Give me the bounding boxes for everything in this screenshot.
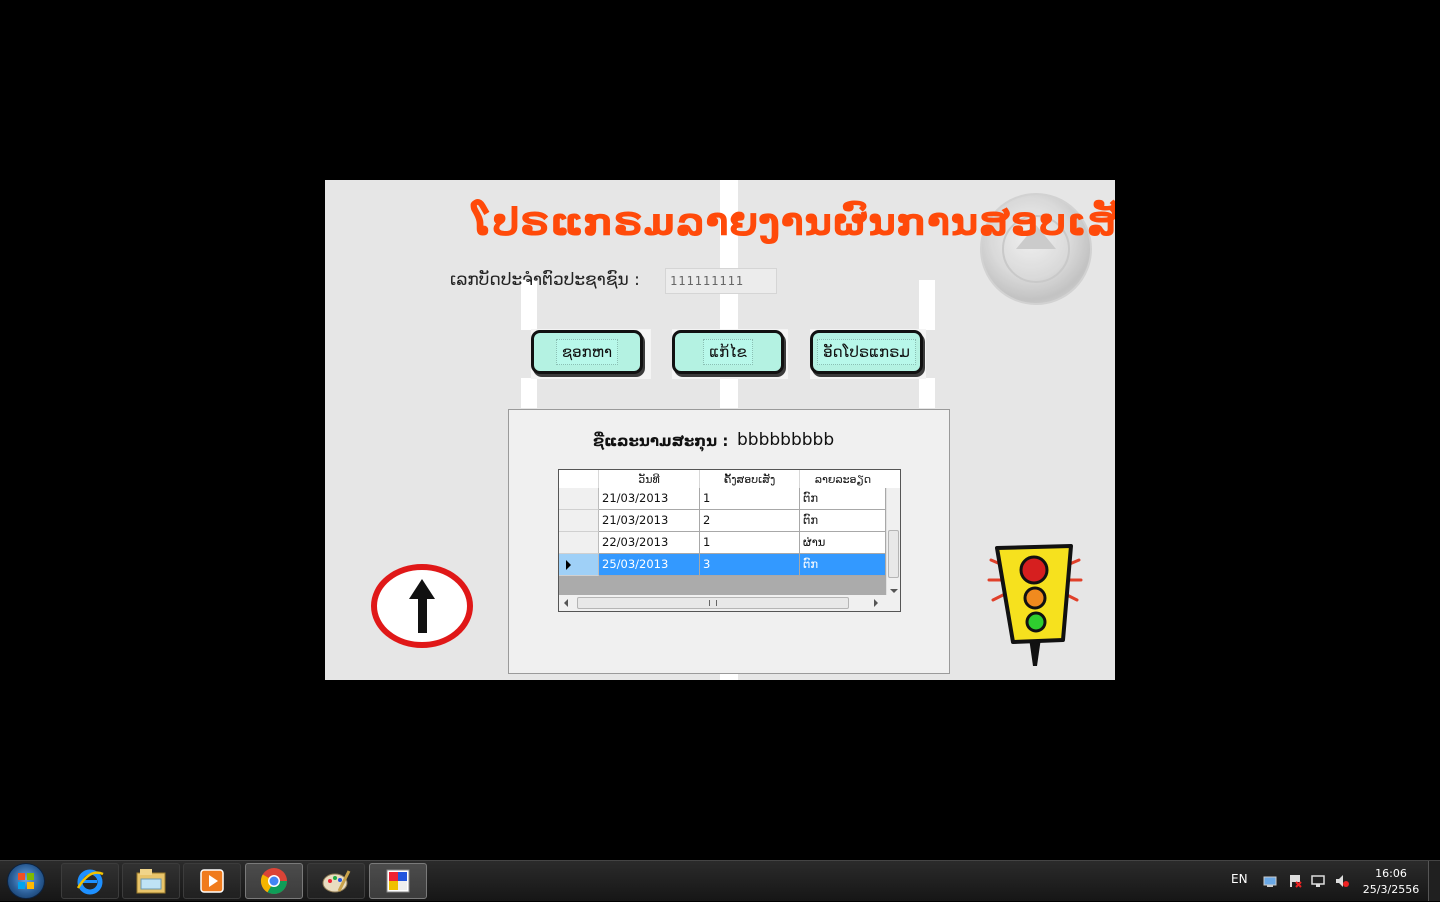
column-header-date[interactable]: ວັນທີ bbox=[599, 470, 700, 488]
close-button-frame: ອັດໂປຣແກຣມ bbox=[810, 329, 926, 379]
taskbar-internet-explorer[interactable] bbox=[61, 863, 119, 899]
road-line-right-lower bbox=[919, 378, 935, 408]
internet-explorer-icon bbox=[76, 869, 104, 895]
column-header-attempt[interactable]: ຄັ້ງສອບເສັງ bbox=[700, 470, 800, 488]
scroll-right-arrow-icon[interactable] bbox=[874, 599, 878, 607]
taskbar-chrome[interactable] bbox=[245, 863, 303, 899]
close-program-button[interactable]: ອັດໂປຣແກຣມ bbox=[810, 330, 923, 374]
grid-empty-area bbox=[559, 576, 886, 595]
cell-attempt[interactable]: 3 bbox=[700, 554, 800, 576]
start-button[interactable] bbox=[7, 863, 45, 899]
clock-time: 16:06 bbox=[1375, 867, 1407, 880]
table-row-selected[interactable]: 25/03/2013 3 ຕົກ bbox=[559, 554, 886, 576]
id-card-input[interactable] bbox=[665, 268, 777, 294]
taskbar-paint[interactable] bbox=[307, 863, 365, 899]
traffic-light-icon bbox=[987, 544, 1083, 666]
full-name-label: ຊື່ແລະນາມສະກຸນ : bbox=[593, 432, 729, 450]
edit-button-label: ແກ້ໄຂ bbox=[703, 339, 753, 365]
taskbar-windows-explorer[interactable] bbox=[122, 863, 180, 899]
scroll-left-arrow-icon[interactable] bbox=[564, 599, 568, 607]
horizontal-scroll-thumb[interactable] bbox=[577, 597, 849, 609]
language-indicator[interactable]: EN bbox=[1231, 872, 1248, 886]
exam-results-grid[interactable]: ວັນທີ ຄັ້ງສອບເສັງ ລາຍລະອຽດ 21/03/2013 1 … bbox=[558, 469, 901, 612]
clock-date: 25/3/2556 bbox=[1362, 883, 1420, 896]
cell-attempt[interactable]: 1 bbox=[700, 488, 800, 510]
cell-date[interactable]: 21/03/2013 bbox=[599, 488, 700, 510]
cell-detail[interactable]: ຕົກ bbox=[800, 554, 886, 576]
taskbar: EN 16:06 25/3/2556 bbox=[0, 860, 1440, 901]
scroll-down-arrow-icon[interactable] bbox=[890, 589, 898, 593]
vertical-scroll-thumb[interactable] bbox=[888, 530, 899, 578]
system-clock[interactable]: 16:06 25/3/2556 bbox=[1360, 866, 1422, 898]
search-button[interactable]: ຊອກຫາ bbox=[531, 330, 643, 374]
row-header[interactable] bbox=[559, 510, 599, 532]
table-row[interactable]: 21/03/2013 1 ຕົກ bbox=[559, 488, 886, 510]
windows-logo-icon bbox=[18, 873, 34, 889]
tray-volume-muted-icon[interactable] bbox=[1335, 874, 1349, 888]
cell-date[interactable]: 21/03/2013 bbox=[599, 510, 700, 532]
grid-header: ວັນທີ ຄັ້ງສອບເສັງ ລາຍລະອຽດ bbox=[559, 470, 886, 489]
taskbar-media-player[interactable] bbox=[183, 863, 241, 899]
current-row-arrow-icon bbox=[566, 560, 571, 570]
cell-detail[interactable]: ຕົກ bbox=[800, 510, 886, 532]
cell-detail[interactable]: ຕົກ bbox=[800, 488, 886, 510]
taskbar-app-form[interactable] bbox=[369, 863, 427, 899]
page-title: ໂປຣແກຣມລາຍງານຜົນການສອບເສັງພາກ bbox=[472, 200, 1115, 244]
result-panel: ຊື່ແລະນາມສະກຸນ : bbbbbbbbb ວັນທີ ຄັ້ງສອບ… bbox=[508, 409, 950, 674]
horizontal-scrollbar[interactable] bbox=[559, 595, 886, 611]
search-button-frame: ຊອກຫາ bbox=[531, 329, 651, 379]
row-header[interactable] bbox=[559, 488, 599, 510]
vertical-scrollbar[interactable] bbox=[886, 488, 900, 595]
windows-explorer-icon bbox=[136, 869, 166, 894]
edit-button[interactable]: ແກ້ໄຂ bbox=[672, 330, 784, 374]
media-player-icon bbox=[200, 869, 224, 893]
column-header-detail[interactable]: ລາຍລະອຽດ bbox=[800, 470, 886, 488]
cell-attempt[interactable]: 2 bbox=[700, 510, 800, 532]
cell-attempt[interactable]: 1 bbox=[700, 532, 800, 554]
tray-display-icon[interactable] bbox=[1311, 874, 1325, 888]
table-row[interactable]: 21/03/2013 2 ຕົກ bbox=[559, 510, 886, 532]
full-name-value: bbbbbbbbb bbox=[737, 430, 835, 450]
search-button-label: ຊອກຫາ bbox=[555, 339, 619, 365]
table-row[interactable]: 22/03/2013 1 ຜ່ານ bbox=[559, 532, 886, 554]
cell-detail[interactable]: ຜ່ານ bbox=[800, 532, 886, 554]
row-header[interactable] bbox=[559, 554, 599, 576]
row-header[interactable] bbox=[559, 532, 599, 554]
road-line-center-lower bbox=[720, 378, 738, 408]
edit-button-frame: ແກ້ໄຂ bbox=[672, 329, 788, 379]
grid-header-corner bbox=[559, 470, 599, 488]
road-line-left-lower bbox=[521, 378, 537, 408]
cell-date[interactable]: 22/03/2013 bbox=[599, 532, 700, 554]
tray-action-center-icon[interactable] bbox=[1288, 874, 1302, 888]
app-form-icon bbox=[386, 869, 410, 893]
cell-date[interactable]: 25/03/2013 bbox=[599, 554, 700, 576]
app-window: ໂປຣແກຣມລາຍງານຜົນການສອບເສັງພາກ ເລກບັດປະຈໍ… bbox=[325, 180, 1115, 680]
id-card-label: ເລກບັດປະຈໍາຕົວປະຊາຊົນ : bbox=[450, 270, 640, 290]
paint-icon bbox=[322, 870, 351, 893]
tray-network-icon[interactable] bbox=[1263, 874, 1277, 888]
road-line-right bbox=[919, 280, 935, 330]
straight-ahead-sign-icon bbox=[371, 564, 473, 648]
chrome-icon bbox=[260, 868, 288, 895]
close-program-button-label: ອັດໂປຣແກຣມ bbox=[817, 339, 916, 365]
show-desktop-button[interactable] bbox=[1428, 861, 1440, 901]
scrollbar-corner bbox=[886, 595, 900, 611]
